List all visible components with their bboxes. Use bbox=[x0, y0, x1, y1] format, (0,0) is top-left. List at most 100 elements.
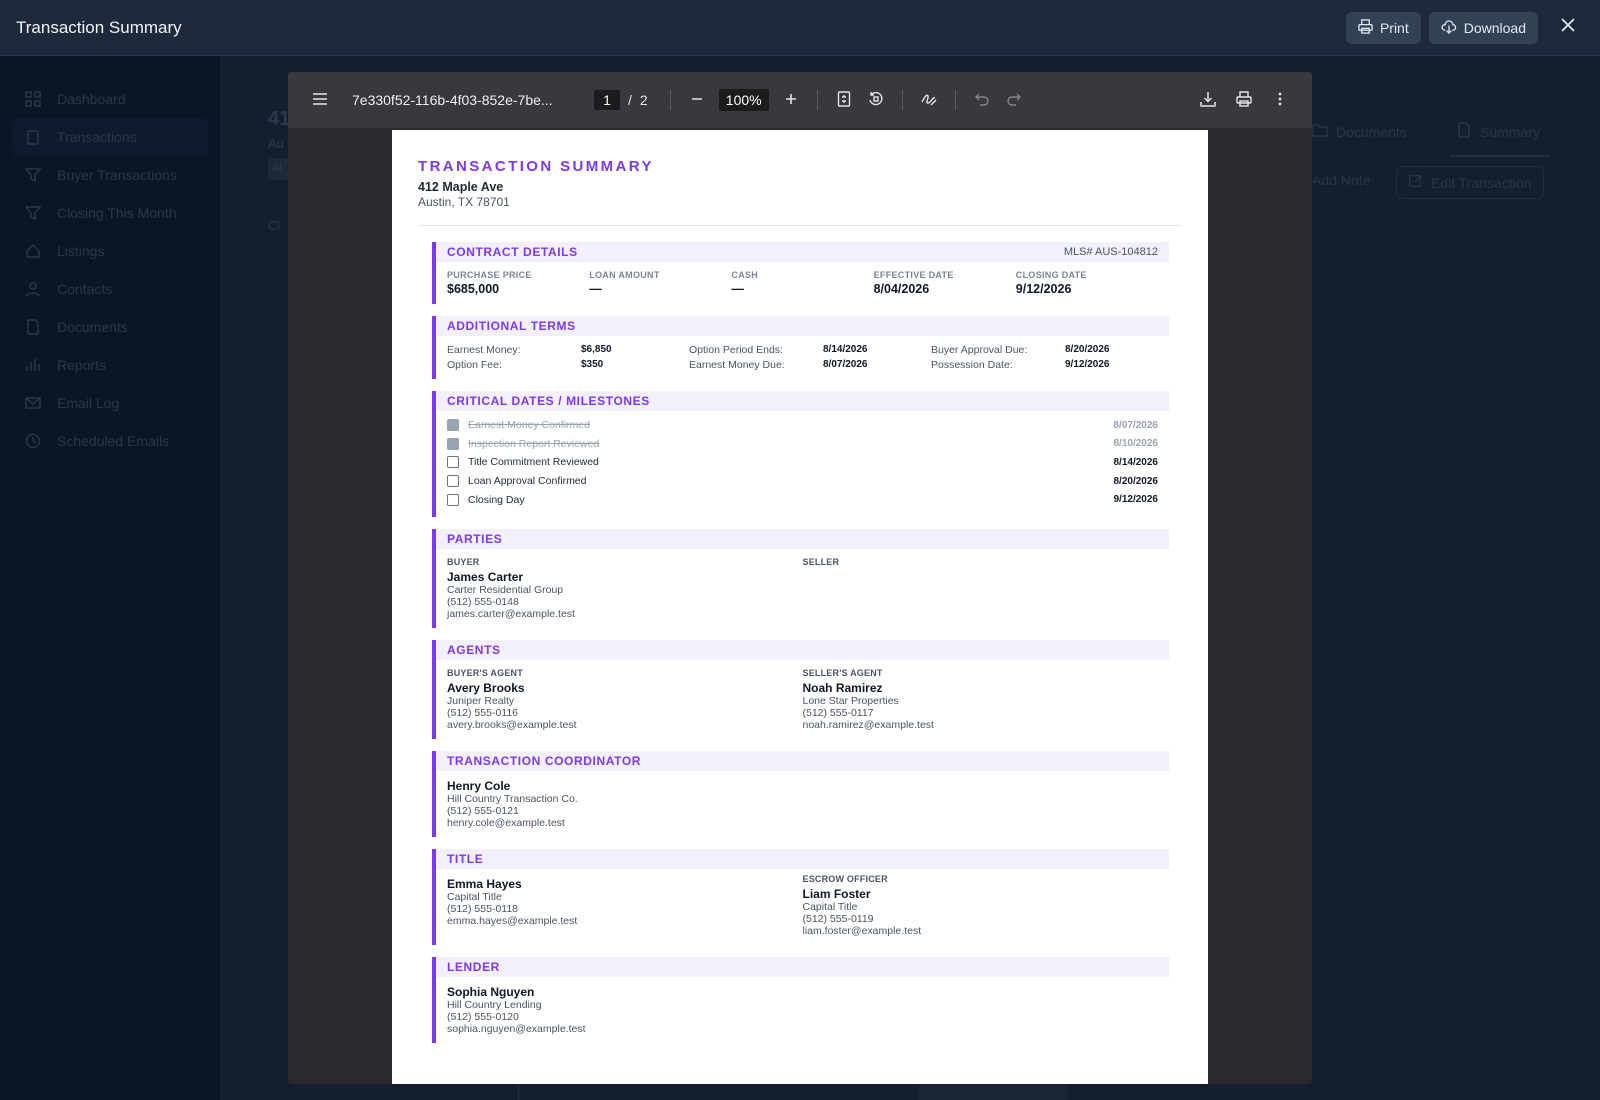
person-name: Sophia Nguyen bbox=[447, 984, 535, 999]
milestone-date: 8/10/2026 bbox=[1113, 438, 1159, 450]
milestone-row: Earnest Money Confirmed 8/07/2026 bbox=[447, 416, 1158, 435]
toolbar-divider bbox=[954, 90, 956, 110]
header-divider bbox=[418, 225, 1182, 226]
redo-button[interactable] bbox=[998, 84, 1030, 116]
more-options-button[interactable] bbox=[1264, 84, 1296, 116]
sidebar-label: Closing This Month bbox=[57, 205, 177, 221]
sidebar-item-dashboard[interactable]: Dashboard bbox=[0, 80, 220, 118]
field-value: — bbox=[731, 282, 744, 296]
bg-tab-summary[interactable]: Summary bbox=[1456, 122, 1540, 141]
buyer-agent-card: BUYER'S AGENT Avery Brooks Juniper Realt… bbox=[447, 668, 803, 731]
download-icon bbox=[1200, 91, 1216, 110]
property-city: Austin, TX 78701 bbox=[418, 195, 510, 209]
section-header: LENDER bbox=[436, 956, 1169, 977]
person-email: emma.hayes@example.test bbox=[447, 914, 578, 927]
section-header: TITLE bbox=[436, 848, 1169, 869]
milestone-checkbox[interactable] bbox=[447, 493, 459, 506]
sidebar-item-transactions[interactable]: Transactions bbox=[12, 118, 208, 156]
sidebar-item-buyer-transactions[interactable]: Buyer Transactions bbox=[0, 156, 220, 194]
title-grid: Emma Hayes Capital Title (512) 555-0118 … bbox=[436, 869, 1169, 937]
section-title: PARTIES bbox=[447, 531, 503, 546]
milestone-checkbox[interactable] bbox=[447, 475, 459, 488]
title-officer-card: Emma Hayes Capital Title (512) 555-0118 … bbox=[447, 874, 803, 937]
sidebar-item-closing-this-month[interactable]: Closing This Month bbox=[0, 194, 220, 232]
signature-icon bbox=[921, 91, 937, 110]
user-icon bbox=[25, 281, 41, 297]
download-button[interactable]: Download bbox=[1428, 11, 1538, 44]
section-title: CRITICAL DATES / MILESTONES bbox=[447, 394, 650, 408]
pdf-download-button[interactable] bbox=[1192, 84, 1224, 116]
filter-icon bbox=[25, 167, 41, 183]
sidebar-item-reports[interactable]: Reports bbox=[0, 346, 220, 384]
sidebar-item-documents[interactable]: Documents bbox=[0, 308, 220, 346]
person-email: avery.brooks@example.test bbox=[447, 718, 577, 731]
sidebar-label: Reports bbox=[57, 357, 107, 373]
milestone-checkbox[interactable] bbox=[447, 419, 459, 432]
zoom-level-input[interactable]: 100% bbox=[718, 89, 769, 111]
bg-edit-transaction-button[interactable]: Edit Transaction bbox=[1396, 166, 1545, 199]
term-value: $350 bbox=[581, 359, 604, 370]
page-number-input[interactable]: 1 bbox=[594, 90, 620, 110]
toolbar-divider bbox=[669, 90, 671, 110]
mls-number: MLS# AUS-104812 bbox=[1063, 246, 1158, 258]
milestone-checkbox[interactable] bbox=[447, 456, 459, 469]
milestone-checkbox[interactable] bbox=[447, 437, 459, 450]
zoom-in-button[interactable] bbox=[775, 84, 807, 116]
zoom-out-button[interactable] bbox=[681, 84, 713, 116]
field-value: — bbox=[589, 282, 602, 296]
term-value: 8/14/2026 bbox=[823, 344, 868, 355]
cash-field: CASH — bbox=[731, 270, 873, 296]
mail-icon bbox=[25, 395, 41, 411]
close-button[interactable] bbox=[1552, 12, 1584, 44]
fit-page-icon bbox=[837, 90, 851, 110]
person-company: Capital Title bbox=[447, 890, 502, 903]
milestones-section: CRITICAL DATES / MILESTONES Earnest Mone… bbox=[432, 391, 1169, 517]
pdf-viewer: 7e330f52-116b-4f03-852e-7be... 1 / 2 100… bbox=[288, 72, 1312, 1084]
person-phone: (512) 555-0120 bbox=[447, 1010, 519, 1023]
person-company: Capital Title bbox=[802, 900, 858, 913]
section-header: CONTRACT DETAILS MLS# AUS-104812 bbox=[436, 242, 1169, 262]
hamburger-icon bbox=[312, 92, 328, 109]
rotate-button[interactable] bbox=[860, 84, 892, 116]
sidebar-item-listings[interactable]: Listings bbox=[0, 232, 220, 270]
undo-button[interactable] bbox=[966, 84, 998, 116]
field-label: CASH bbox=[731, 270, 759, 280]
toolbar-divider bbox=[816, 90, 818, 110]
seller-card: SELLER bbox=[803, 557, 1159, 620]
field-label: CLOSING DATE bbox=[1015, 270, 1087, 280]
annotate-button[interactable] bbox=[913, 84, 945, 116]
field-label: PURCHASE PRICE bbox=[447, 270, 532, 280]
term-label: Possession Date: bbox=[931, 359, 1013, 371]
cloud-download-icon bbox=[1441, 19, 1457, 37]
sidebar-item-contacts[interactable]: Contacts bbox=[0, 270, 220, 308]
pdf-print-button[interactable] bbox=[1228, 84, 1260, 116]
term-value: 8/20/2026 bbox=[1065, 344, 1110, 355]
contract-details-section: CONTRACT DETAILS MLS# AUS-104812 PURCHAS… bbox=[432, 242, 1169, 304]
print-button[interactable]: Print bbox=[1345, 11, 1421, 44]
sidebar-item-email-log[interactable]: Email Log bbox=[0, 384, 220, 422]
section-title: TITLE bbox=[447, 851, 484, 866]
term-value: 8/07/2026 bbox=[823, 359, 868, 370]
coordinator-card: Henry Cole Hill Country Transaction Co. … bbox=[436, 771, 1169, 829]
person-company: Carter Residential Group bbox=[447, 583, 564, 596]
grid-icon bbox=[25, 91, 41, 107]
purchase-price-field: PURCHASE PRICE $685,000 bbox=[447, 270, 589, 296]
section-header: ADDITIONAL TERMS bbox=[436, 316, 1169, 336]
menu-button[interactable] bbox=[304, 84, 336, 116]
escrow-officer-card: ESCROW OFFICER Liam Foster Capital Title… bbox=[803, 874, 1159, 937]
rotate-icon bbox=[868, 91, 884, 110]
milestone-date: 8/07/2026 bbox=[1113, 419, 1159, 431]
fit-page-button[interactable] bbox=[828, 84, 860, 116]
sidebar-item-scheduled-emails[interactable]: Scheduled Emails bbox=[0, 422, 220, 460]
bg-bottom-element bbox=[918, 1084, 1068, 1100]
close-icon bbox=[1560, 17, 1576, 38]
term-label: Option Period Ends: bbox=[689, 344, 783, 356]
section-header: CRITICAL DATES / MILESTONES bbox=[436, 391, 1169, 411]
bg-tab-documents[interactable]: Documents bbox=[1312, 122, 1407, 141]
section-header: PARTIES bbox=[436, 528, 1169, 549]
field-label: EFFECTIVE DATE bbox=[873, 270, 954, 280]
person-company: Hill Country Transaction Co. bbox=[447, 792, 578, 805]
bg-add-note-button[interactable]: Add Note bbox=[1312, 172, 1370, 188]
agents-grid: BUYER'S AGENT Avery Brooks Juniper Realt… bbox=[436, 660, 1169, 731]
lender-section: LENDER Sophia Nguyen Hill Country Lendin… bbox=[432, 956, 1169, 1043]
